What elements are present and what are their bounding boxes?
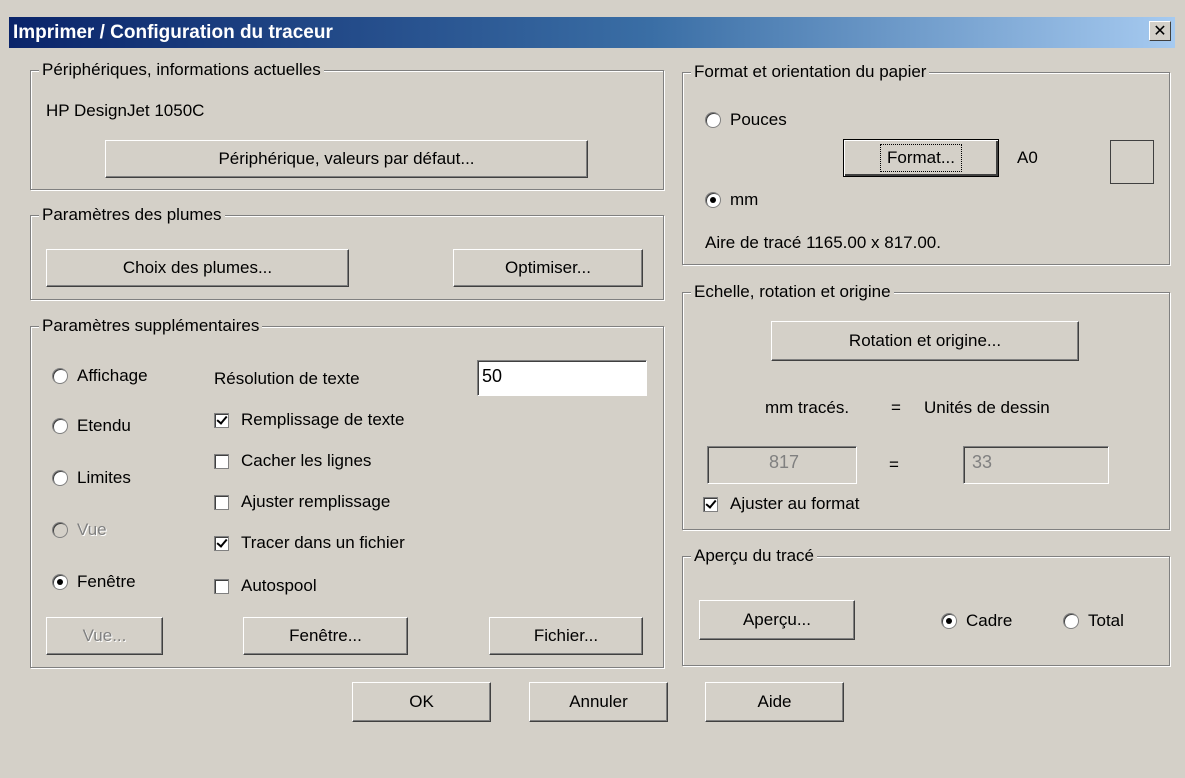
window-title: Imprimer / Configuration du traceur: [13, 22, 333, 43]
scale-equals-sign: =: [889, 455, 899, 474]
checkbox-box: [703, 496, 718, 512]
device-group-label: Périphériques, informations actuelles: [39, 60, 324, 80]
device-name: HP DesignJet 1050C: [46, 101, 205, 120]
checkbox-adjust-fill[interactable]: Ajuster remplissage: [214, 492, 390, 512]
cancel-button[interactable]: Annuler: [529, 682, 668, 722]
file-button[interactable]: Fichier...: [489, 617, 643, 655]
checkbox-text-fill[interactable]: Remplissage de texte: [214, 410, 404, 430]
view-button[interactable]: Vue...: [46, 617, 163, 655]
device-defaults-button[interactable]: Périphérique, valeurs par défaut...: [105, 140, 588, 178]
checkbox-box: [214, 535, 229, 551]
ok-button[interactable]: OK: [352, 682, 491, 722]
text-resolution-label: Résolution de texte: [214, 369, 360, 388]
checkbox-hide-lines[interactable]: Cacher les lignes: [214, 451, 371, 471]
optimize-button[interactable]: Optimiser...: [453, 249, 643, 287]
paper-format-value: A0: [1017, 148, 1038, 167]
drawing-units-input[interactable]: 33: [963, 446, 1109, 484]
scale-rotation-group-label: Echelle, rotation et origine: [691, 282, 894, 302]
radio-window[interactable]: Fenêtre: [52, 572, 136, 592]
checkbox-box: [214, 412, 229, 428]
radio-dot: [705, 112, 721, 128]
radio-dot: [52, 470, 68, 486]
radio-dot: [705, 192, 721, 208]
checkbox-box: [214, 453, 229, 469]
text-resolution-input[interactable]: 50: [477, 360, 647, 396]
extra-params-group-label: Paramètres supplémentaires: [39, 316, 263, 336]
close-icon: ✕: [1153, 23, 1167, 40]
mm-plotted-label: mm tracés.: [765, 398, 850, 417]
close-button[interactable]: ✕: [1149, 21, 1171, 41]
radio-frame[interactable]: Cadre: [941, 611, 1012, 631]
scale-equals-label: =: [891, 398, 901, 417]
radio-display[interactable]: Affichage: [52, 366, 148, 386]
help-button[interactable]: Aide: [705, 682, 844, 722]
checkbox-box: [214, 494, 229, 510]
radio-dot: [52, 522, 68, 538]
drawing-units-label: Unités de dessin: [924, 398, 1050, 417]
radio-limits[interactable]: Limites: [52, 468, 131, 488]
checkbox-plot-to-file[interactable]: Tracer dans un fichier: [214, 533, 405, 553]
rotation-origin-button[interactable]: Rotation et origine...: [771, 321, 1079, 361]
plot-area-text: Aire de tracé 1165.00 x 817.00.: [705, 233, 941, 252]
radio-dot: [52, 418, 68, 434]
choose-pens-button[interactable]: Choix des plumes...: [46, 249, 349, 287]
radio-extents[interactable]: Etendu: [52, 416, 131, 436]
checkbox-box: [214, 578, 229, 594]
radio-dot: [1063, 613, 1079, 629]
mm-plotted-input[interactable]: 817: [707, 446, 857, 484]
format-button[interactable]: Format...: [843, 139, 999, 177]
plot-preview-group-label: Aperçu du tracé: [691, 546, 818, 566]
checkbox-autospool[interactable]: Autospool: [214, 576, 317, 596]
radio-view[interactable]: Vue: [52, 520, 107, 540]
window-button[interactable]: Fenêtre...: [243, 617, 408, 655]
paper-format-group-label: Format et orientation du papier: [691, 62, 930, 82]
paper-orientation-preview: [1110, 140, 1154, 184]
radio-dot: [52, 574, 68, 590]
title-bar: Imprimer / Configuration du traceur ✕: [9, 17, 1175, 48]
radio-dot: [941, 613, 957, 629]
checkbox-fit-to-format[interactable]: Ajuster au format: [703, 494, 859, 514]
radio-inches[interactable]: Pouces: [705, 110, 787, 130]
preview-button[interactable]: Aperçu...: [699, 600, 855, 640]
radio-dot: [52, 368, 68, 384]
radio-total[interactable]: Total: [1063, 611, 1124, 631]
radio-mm[interactable]: mm: [705, 190, 758, 210]
pens-group-label: Paramètres des plumes: [39, 205, 225, 225]
